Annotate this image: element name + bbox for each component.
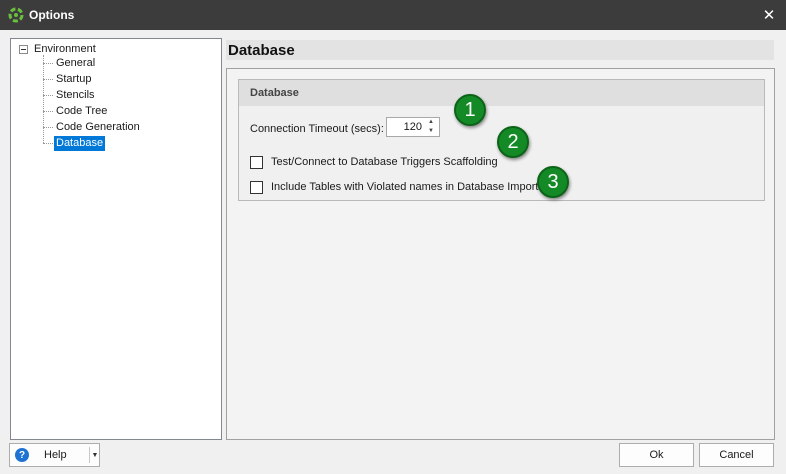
triggers-scaffolding-option[interactable]: Test/Connect to Database Triggers Scaffo… — [250, 155, 498, 169]
title-bar: Options ✕ — [0, 0, 786, 30]
tree-item-label: Code Tree — [56, 104, 108, 117]
app-logo-icon — [8, 7, 24, 23]
close-icon: ✕ — [762, 7, 776, 24]
violated-names-checkbox[interactable] — [250, 180, 263, 194]
group-title: Database — [239, 80, 764, 106]
tree-item-database[interactable]: Database — [43, 135, 106, 151]
annotation-badge-1: 1 — [454, 94, 486, 126]
help-icon: ? — [15, 448, 29, 462]
cancel-button[interactable]: Cancel — [699, 443, 774, 467]
tree-item-code-generation[interactable]: Code Generation — [43, 119, 142, 135]
annotation-badge-3: 3 — [537, 166, 569, 198]
connection-timeout-label: Connection Timeout (secs): — [250, 123, 384, 135]
checkbox-label: Include Tables with Violated names in Da… — [271, 181, 539, 193]
tree-item-label: Stencils — [56, 88, 95, 101]
help-label: Help — [44, 449, 67, 461]
connection-timeout-value[interactable]: 120 — [404, 121, 422, 133]
options-tree[interactable]: Environment General Startup Stencils Cod… — [10, 38, 222, 440]
tree-item-stencils[interactable]: Stencils — [43, 87, 97, 103]
connection-timeout-stepper[interactable]: 120 ▲ ▼ — [386, 117, 440, 137]
triggers-scaffolding-checkbox[interactable] — [250, 155, 263, 169]
ok-button[interactable]: Ok — [619, 443, 694, 467]
window-title: Options — [29, 8, 75, 22]
tree-item-general[interactable]: General — [43, 55, 97, 71]
tree-node-label: Environment — [34, 43, 96, 55]
help-split-button[interactable]: ? Help ▼ — [9, 443, 100, 467]
collapse-toggle-icon[interactable] — [19, 44, 28, 54]
tree-item-label: Code Generation — [56, 120, 140, 133]
violated-names-option[interactable]: Include Tables with Violated names in Da… — [250, 180, 538, 194]
tree-item-label: Startup — [56, 72, 92, 85]
spin-up-icon[interactable]: ▲ — [425, 118, 437, 127]
close-button[interactable]: ✕ — [752, 0, 786, 30]
chevron-down-icon[interactable]: ▼ — [90, 444, 100, 466]
tree-item-code-tree[interactable]: Code Tree — [43, 103, 109, 119]
checkbox-label: Test/Connect to Database Triggers Scaffo… — [271, 156, 498, 168]
spin-down-icon[interactable]: ▼ — [425, 127, 437, 136]
page-title: Database — [226, 40, 774, 60]
tree-item-startup[interactable]: Startup — [43, 71, 93, 87]
tree-item-label: Database — [54, 135, 106, 151]
options-dialog-body: Environment General Startup Stencils Cod… — [0, 30, 786, 474]
annotation-badge-2: 2 — [497, 126, 529, 158]
settings-content-panel: Database Connection Timeout (secs): 120 … — [226, 68, 775, 440]
help-button[interactable]: ? Help — [10, 444, 90, 466]
tree-item-label: General — [56, 56, 96, 69]
